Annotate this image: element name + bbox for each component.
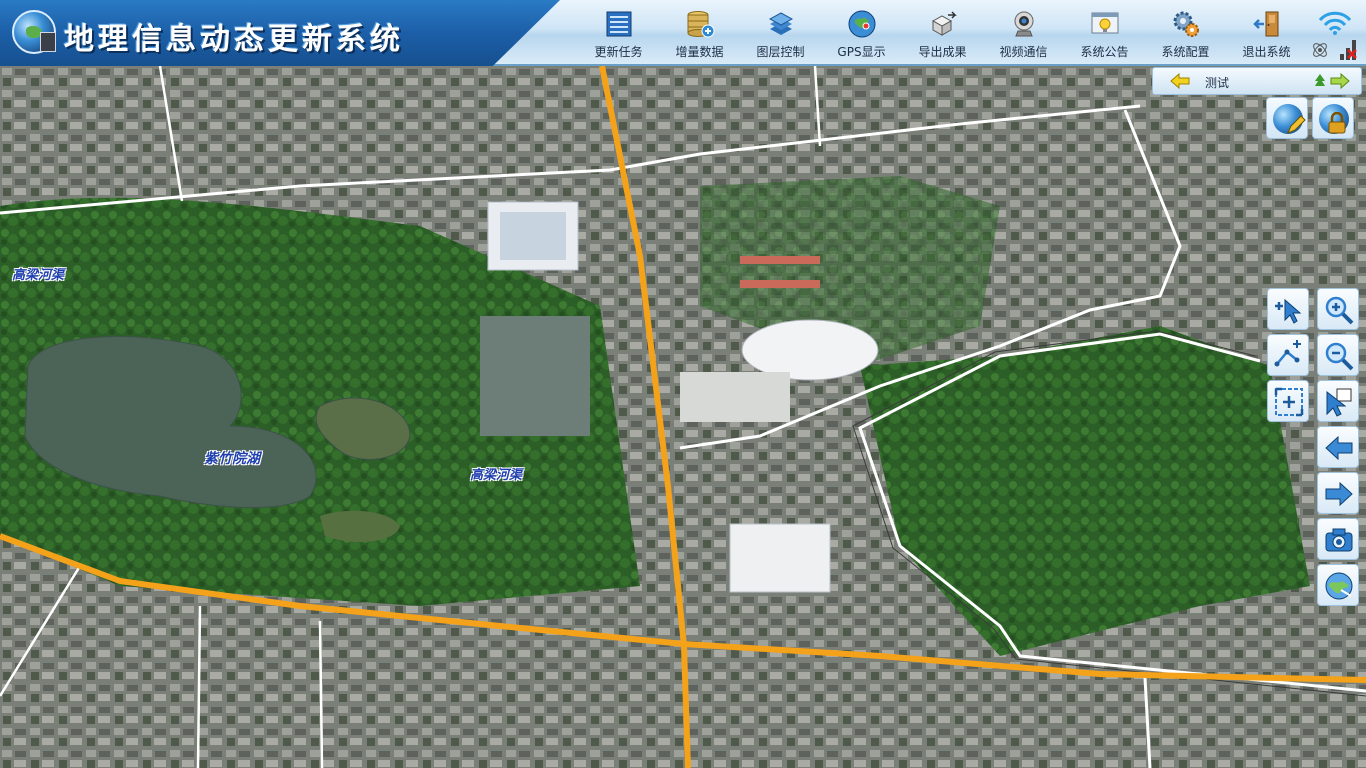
globe-lock-button[interactable] <box>1312 97 1354 139</box>
database-add-icon <box>685 9 715 39</box>
toolbar-label: 系统配置 <box>1161 45 1210 59</box>
exit-door-icon <box>1252 9 1282 39</box>
canal-center-label: 高梁河渠 <box>470 468 523 483</box>
pan-add-tool[interactable] <box>1267 288 1309 330</box>
app-title: 地理信息动态更新系统 <box>64 22 404 57</box>
title-panel: 地理信息动态更新系统 <box>0 0 560 66</box>
toolbar-label: 图层控制 <box>756 45 805 59</box>
pointer-select-icon <box>1326 388 1352 417</box>
gear-config-icon <box>1171 9 1201 39</box>
satellite-icon <box>1313 43 1327 57</box>
system-config-button[interactable]: 系统配置 <box>1145 0 1226 66</box>
toolbar-label: 退出系统 <box>1242 45 1291 59</box>
zoom-out-icon <box>1325 342 1354 371</box>
satellite-imagery <box>0 66 1366 768</box>
toolbar-label: 增量数据 <box>675 45 724 59</box>
screenshot-tool[interactable] <box>1317 518 1359 560</box>
full-extent-tool[interactable] <box>1267 380 1309 422</box>
layers-icon <box>766 9 796 39</box>
zoom-out-tool[interactable] <box>1317 334 1359 376</box>
zoom-in-tool[interactable] <box>1317 288 1359 330</box>
exit-system-button[interactable]: 退出系统 <box>1226 0 1307 66</box>
globe-edit-button[interactable] <box>1266 97 1308 139</box>
announcement-bulb-icon <box>1090 9 1120 39</box>
tree-icon <box>1315 74 1325 86</box>
lake-label: 紫竹院湖 <box>204 451 260 467</box>
signal-bars-icon <box>1340 40 1357 60</box>
toolbar-label: 系统公告 <box>1080 45 1129 59</box>
task-list-icon <box>604 9 634 39</box>
header-bar: 地理信息动态更新系统 更新任务 增量数据 图层控制 GPS显示 导出成果 视频通… <box>0 0 1366 66</box>
main-toolbar: 更新任务 增量数据 图层控制 GPS显示 导出成果 视频通信 系统公告 系统配置… <box>578 0 1307 66</box>
update-task-button[interactable]: 更新任务 <box>578 0 659 66</box>
map-tools-panel <box>1263 282 1363 612</box>
incremental-data-button[interactable]: 增量数据 <box>659 0 740 66</box>
select-tool[interactable] <box>1317 380 1359 422</box>
arrow-left-icon[interactable] <box>1169 72 1191 90</box>
layer-name: 测试 <box>1205 76 1230 90</box>
globe-icon <box>1325 572 1353 600</box>
measure-tool[interactable] <box>1267 334 1309 376</box>
export-box-icon <box>928 9 958 39</box>
zoom-in-icon <box>1325 296 1354 325</box>
arrow-right-icon[interactable] <box>1329 72 1351 90</box>
video-comm-button[interactable]: 视频通信 <box>983 0 1064 66</box>
gps-display-button[interactable]: GPS显示 <box>821 0 902 66</box>
previous-view-tool[interactable] <box>1317 426 1359 468</box>
export-results-button[interactable]: 导出成果 <box>902 0 983 66</box>
wifi-icon <box>1318 11 1352 35</box>
toolbar-label: 导出成果 <box>918 45 967 59</box>
globe-logo-icon <box>12 10 56 54</box>
measure-line-icon <box>1274 340 1301 367</box>
arrow-right-icon <box>1325 481 1353 507</box>
pointer-plus-icon <box>1275 298 1302 324</box>
layer-control-button[interactable]: 图层控制 <box>740 0 821 66</box>
map-canvas[interactable]: 高梁河渠 紫竹院湖 高梁河渠 <box>0 66 1366 768</box>
toolbar-label: 更新任务 <box>594 45 643 59</box>
next-view-tool[interactable] <box>1317 472 1359 514</box>
canal-west-label: 高梁河渠 <box>12 268 65 283</box>
toolbar-label: 视频通信 <box>999 45 1048 59</box>
connection-status <box>1310 6 1360 62</box>
arrow-left-icon <box>1325 435 1353 461</box>
gps-globe-icon <box>847 9 877 39</box>
layer-switch-bar: 测试 <box>1152 67 1362 95</box>
app-window: 地理信息动态更新系统 更新任务 增量数据 图层控制 GPS显示 导出成果 视频通… <box>0 0 1366 768</box>
full-extent-icon <box>1274 387 1304 417</box>
globe-view-tool[interactable] <box>1317 564 1359 606</box>
camera-icon <box>1325 528 1353 552</box>
webcam-icon <box>1009 9 1039 39</box>
toolbar-label: GPS显示 <box>837 45 886 59</box>
system-notice-button[interactable]: 系统公告 <box>1064 0 1145 66</box>
